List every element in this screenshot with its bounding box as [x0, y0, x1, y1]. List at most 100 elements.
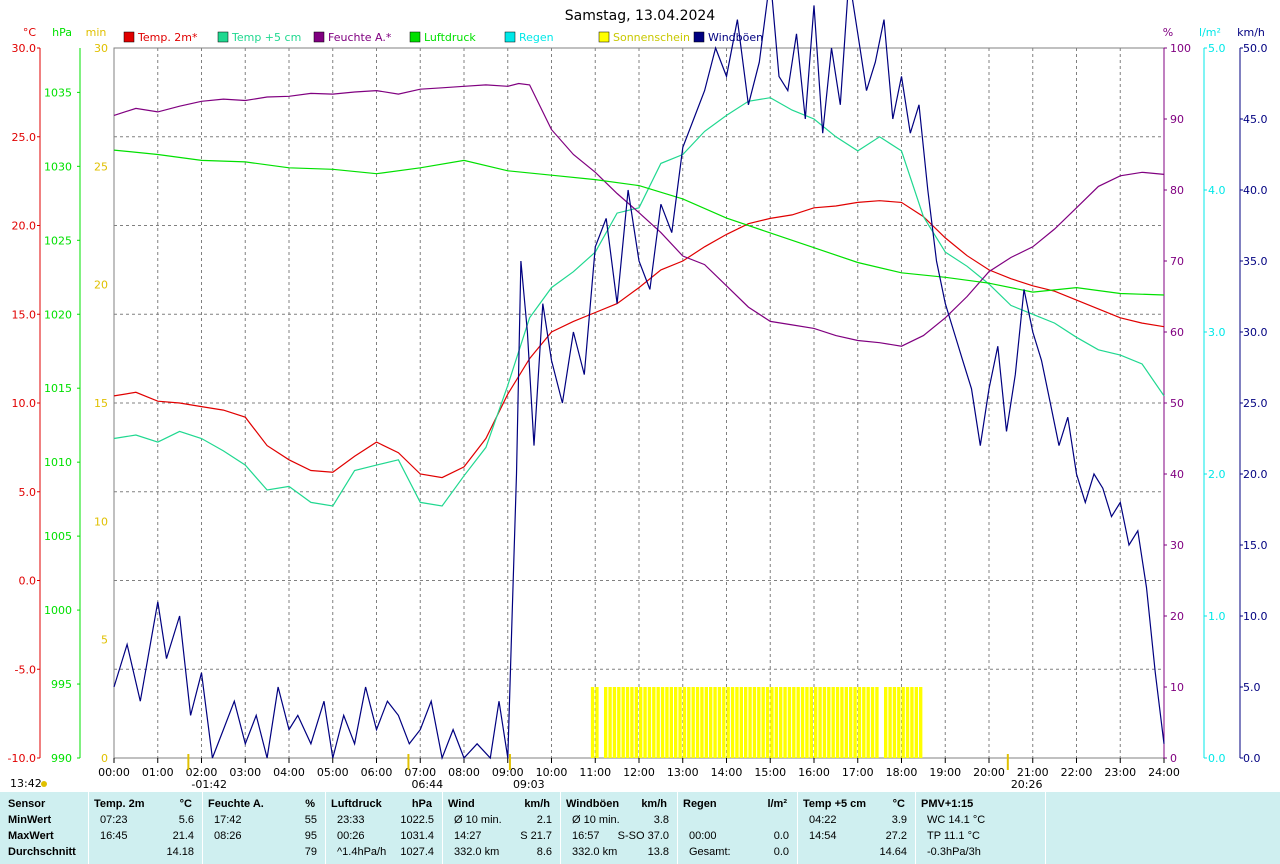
sunshine-bar: [722, 687, 726, 758]
sunshine-bar: [840, 687, 844, 758]
sunshine-bar: [914, 687, 918, 758]
temp-tick-label: 0.0: [19, 575, 37, 588]
pressure-tick-label: 1015: [44, 382, 72, 395]
x-tick-label: 12:00: [623, 766, 655, 779]
sunshine-bar: [604, 687, 608, 758]
sunshine-bar: [634, 687, 638, 758]
legend-label: Temp. 2m*: [137, 31, 198, 44]
sunshine-bar: [809, 687, 813, 758]
humidity-tick-label: 10: [1170, 681, 1184, 694]
legend: Temp. 2m* Temp +5 cm Feuchte A.* Luftdruck R…: [123, 31, 763, 44]
sunshine-bar: [669, 687, 673, 758]
sunshine-bar: [652, 687, 656, 758]
x-tick-label: 14:00: [711, 766, 743, 779]
sunshine-bar: [647, 687, 652, 758]
stats-cell: °C: [892, 798, 905, 810]
pressure-tick-label: 1035: [44, 86, 72, 99]
x-tick-label: 15:00: [754, 766, 786, 779]
stats-cell: 55: [304, 814, 317, 826]
sunshine-bar: [779, 687, 783, 758]
stats-cell: S-SO 37.0: [617, 830, 669, 842]
sunshine-bar: [892, 687, 897, 758]
stats-cell: 27.2: [885, 830, 907, 842]
sunshine-bar: [590, 687, 595, 758]
legend-swatch: [693, 31, 705, 43]
humidity-axis-unit: %: [1163, 26, 1173, 39]
stats-cell: 17:42: [214, 814, 242, 826]
stats-cell: Temp. 2m: [94, 798, 145, 810]
sun-tick-label: 10: [94, 515, 108, 528]
sun-tick-label: 15: [94, 397, 108, 410]
sunshine-bar: [665, 687, 669, 758]
stats-column: Temp +5 cm °C 04:22 3.9 14:54 27.2 14.64: [797, 792, 916, 864]
time-marker-label: 09:03: [513, 778, 545, 791]
stats-cell: 08:26: [214, 830, 242, 842]
stats-column: Temp. 2m °C 07:23 5.6 16:45 21.4 14.18: [88, 792, 203, 864]
sunshine-bar: [595, 687, 599, 758]
humidity-tick-label: 20: [1170, 610, 1184, 623]
pressure-tick-label: 1020: [44, 308, 72, 321]
stats-cell: Luftdruck: [331, 798, 382, 810]
legend-swatch: [409, 31, 421, 43]
sunshine-bar: [844, 687, 848, 758]
humidity-tick-label: 0: [1170, 752, 1177, 765]
sunshine-bar: [888, 687, 892, 758]
humidity-tick-label: 60: [1170, 326, 1184, 339]
sunshine-bar: [739, 687, 743, 758]
x-tick-label: 19:00: [929, 766, 961, 779]
wind-tick-label: 0.0: [1243, 752, 1261, 765]
wind-tick-label: 25.0: [1243, 397, 1268, 410]
sunshine-bar: [814, 687, 818, 758]
sunshine-bar: [691, 687, 695, 758]
stats-cell: 95: [304, 830, 317, 842]
x-tick-label: 04:00: [273, 766, 305, 779]
pressure-axis-unit: hPa: [52, 26, 72, 39]
stats-cell: 14:54: [809, 830, 837, 842]
sun-tick-label: 0: [101, 752, 108, 765]
stats-cell: l/m²: [767, 798, 787, 810]
wind-tick-label: 40.0: [1243, 184, 1268, 197]
legend-swatch: [123, 31, 135, 43]
sunshine-bar: [682, 687, 687, 758]
sunshine-bar: [656, 687, 660, 758]
legend-label: Temp +5 cm: [231, 31, 301, 44]
temp-axis-unit: °C: [23, 26, 37, 39]
wind-tick-label: 50.0: [1243, 42, 1268, 55]
sunshine-bar: [870, 687, 875, 758]
sunshine-bar: [612, 687, 617, 758]
time-marker-label: 20:26: [1011, 778, 1043, 791]
stats-cell: km/h: [524, 798, 550, 810]
sunshine-bar: [748, 687, 752, 758]
stats-cell: 79: [304, 846, 317, 858]
sunshine-bar: [639, 687, 643, 758]
pressure-tick-label: 1025: [44, 234, 72, 247]
sunshine-bar: [770, 687, 774, 758]
sunshine-bar: [910, 687, 914, 758]
legend-swatch: [504, 31, 516, 43]
stats-cell: Ø 10 min.: [572, 814, 620, 826]
stats-cell: 04:22: [809, 814, 837, 826]
temp-tick-label: 15.0: [12, 308, 37, 321]
sunshine-bar: [783, 687, 787, 758]
time-marker-label: -01:42: [191, 778, 227, 791]
sunshine-bar: [862, 687, 866, 758]
wind-tick-label: 10.0: [1243, 610, 1268, 623]
stats-column: Windböen km/h Ø 10 min. 3.8 16:57 S-SO 37.0 33…: [560, 792, 678, 864]
sunshine-bar: [884, 687, 888, 758]
stats-cell: 1022.5: [400, 814, 434, 826]
sunshine-bar: [857, 687, 862, 758]
stats-cell: 00:26: [337, 830, 365, 842]
sunshine-bar: [709, 687, 713, 758]
stats-cell: -0.3hPa/3h: [927, 846, 981, 858]
humidity-tick-label: 90: [1170, 113, 1184, 126]
x-tick-label: 00:00: [98, 766, 130, 779]
stats-cell: Temp +5 cm: [803, 798, 867, 810]
x-tick-label: 22:00: [1061, 766, 1093, 779]
stats-cell: 332.0 km: [572, 846, 618, 858]
stats-cell: 2.1: [536, 814, 552, 826]
legend-label: Sonnenschein: [613, 31, 690, 44]
stats-cell: 14.18: [166, 846, 194, 858]
sunshine-bar: [717, 687, 722, 758]
pressure-tick-label: 995: [51, 678, 72, 691]
rain-tick-label: 5.0: [1208, 42, 1226, 55]
